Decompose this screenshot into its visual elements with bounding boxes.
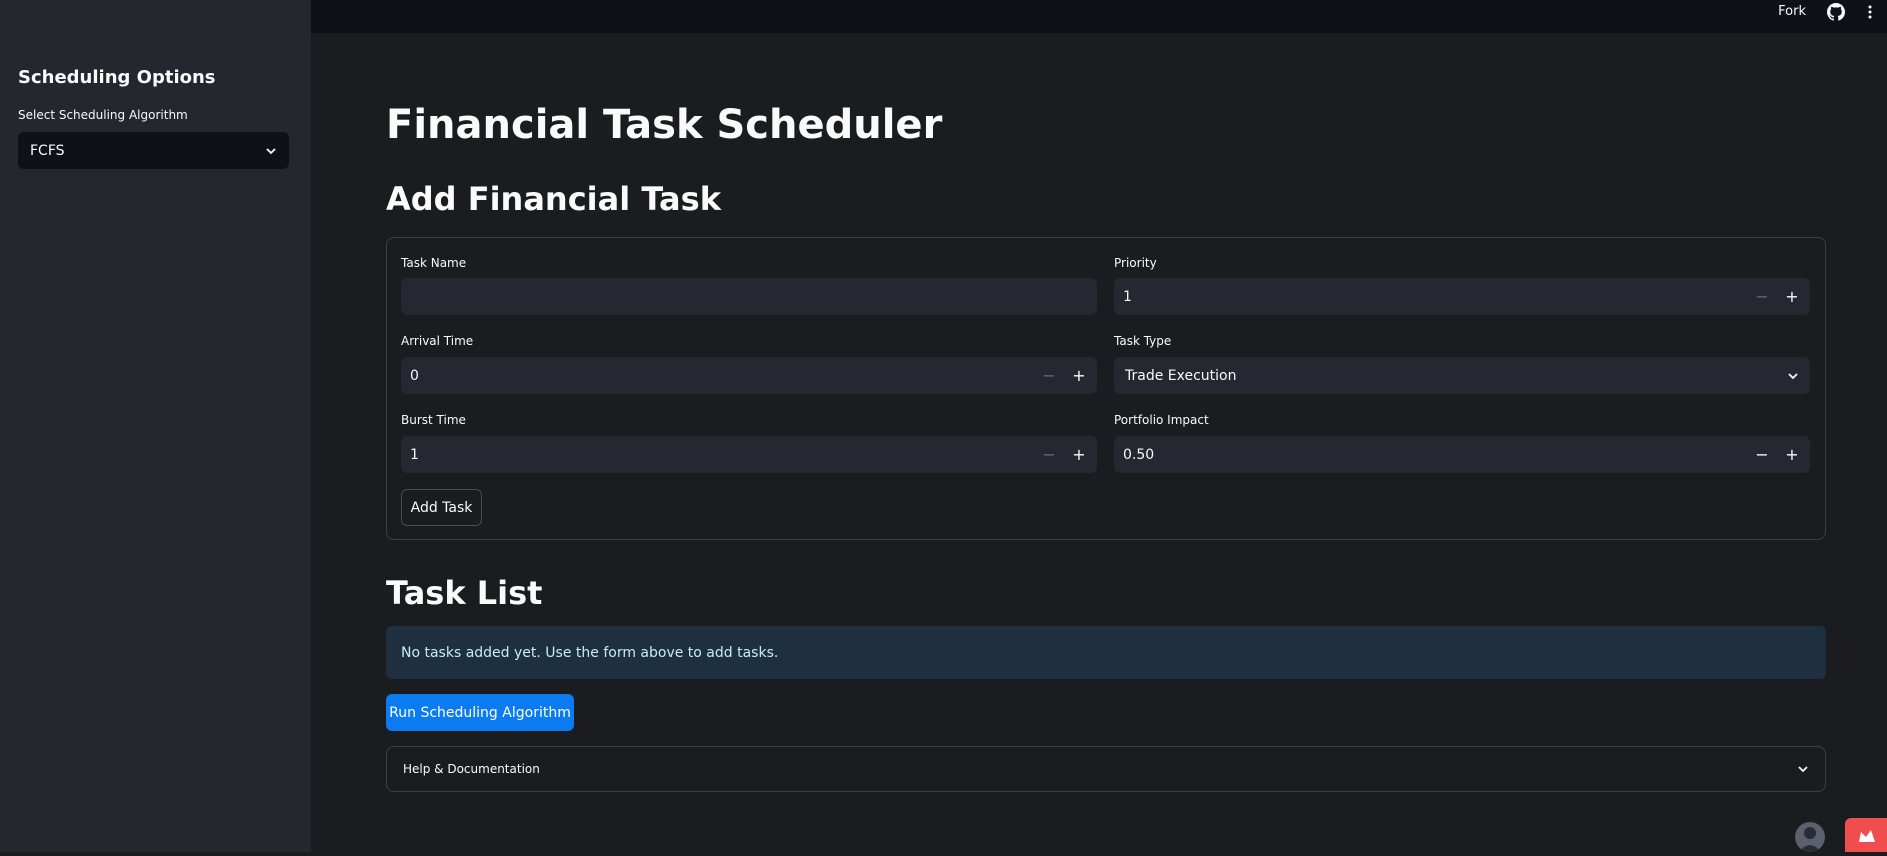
help-documentation-label: Help & Documentation [403,762,540,776]
algorithm-select[interactable]: FCFS [18,132,289,169]
algorithm-select-label: Select Scheduling Algorithm [18,108,188,122]
github-icon[interactable] [1827,3,1845,21]
task-type-value: Trade Execution [1125,367,1237,384]
add-task-form: Task Name Arrival Time 0 − + Burst Time … [386,237,1826,540]
portfolio-impact-value: 0.50 [1123,446,1155,463]
page-title: Financial Task Scheduler [386,102,943,148]
top-bar: Fork [311,0,1887,33]
arrival-time-decrement-button[interactable]: − [1034,358,1064,393]
sidebar-title: Scheduling Options [18,67,216,88]
priority-value: 1 [1123,288,1132,305]
chevron-down-icon [1788,372,1798,379]
burst-time-label: Burst Time [401,413,466,427]
burst-time-value: 1 [410,446,419,463]
task-type-select[interactable]: Trade Execution [1114,357,1810,394]
burst-time-decrement-button[interactable]: − [1034,437,1064,472]
burst-time-input[interactable]: 1 − + [401,436,1097,473]
portfolio-impact-input[interactable]: 0.50 − + [1114,436,1810,473]
algorithm-select-value: FCFS [30,142,65,159]
portfolio-impact-label: Portfolio Impact [1114,413,1209,427]
crown-icon [1859,830,1875,842]
no-tasks-info-message: No tasks added yet. Use the form above t… [386,626,1826,679]
chevron-down-icon [266,147,276,154]
priority-label: Priority [1114,256,1157,270]
burst-time-increment-button[interactable]: + [1064,437,1094,472]
add-task-button[interactable]: Add Task [401,489,482,526]
run-scheduling-button[interactable]: Run Scheduling Algorithm [386,694,574,731]
arrival-time-input[interactable]: 0 − + [401,357,1097,394]
priority-increment-button[interactable]: + [1777,279,1807,314]
chevron-down-icon [1798,766,1808,773]
arrival-time-label: Arrival Time [401,334,474,348]
task-list-heading: Task List [386,574,543,612]
fork-button[interactable]: Fork [1778,3,1806,21]
avatar[interactable] [1795,822,1825,852]
user-icon [1799,827,1821,852]
task-type-label: Task Type [1114,334,1172,348]
portfolio-impact-increment-button[interactable]: + [1777,437,1807,472]
task-name-label: Task Name [401,256,467,270]
help-documentation-expander[interactable]: Help & Documentation [386,746,1826,792]
more-vertical-icon[interactable] [1865,3,1875,21]
priority-input[interactable]: 1 − + [1114,278,1810,315]
task-name-input[interactable] [401,278,1097,315]
portfolio-impact-decrement-button[interactable]: − [1747,437,1777,472]
add-task-heading: Add Financial Task [386,180,721,218]
sidebar: Scheduling Options Select Scheduling Alg… [0,0,311,852]
streamlit-badge[interactable] [1845,818,1887,852]
priority-decrement-button[interactable]: − [1747,279,1777,314]
arrival-time-value: 0 [410,367,419,384]
arrival-time-increment-button[interactable]: + [1064,358,1094,393]
